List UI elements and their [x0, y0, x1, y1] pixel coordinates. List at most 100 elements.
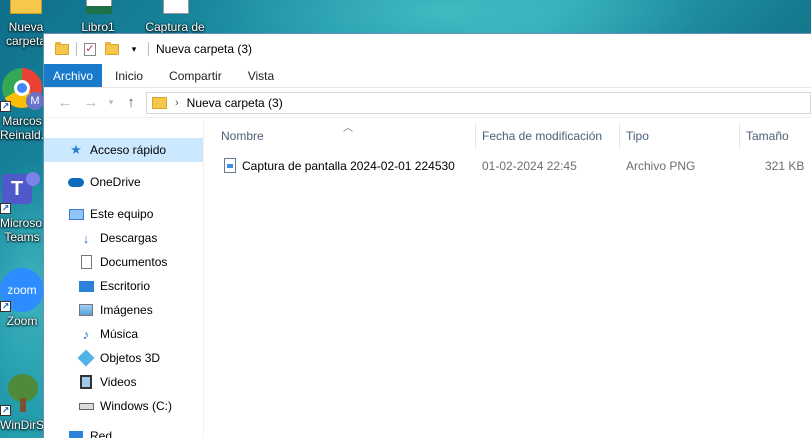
folder-icon — [152, 96, 167, 109]
nav-label: Escritorio — [100, 279, 151, 293]
computer-icon — [68, 206, 84, 222]
nav-label: Videos — [100, 375, 137, 389]
desktop-icon-label: Captura de — [145, 20, 205, 34]
forward-arrow-icon[interactable]: → — [78, 94, 104, 111]
desktop-icon-windirstat[interactable]: ↗ WinDirSt... — [0, 372, 58, 432]
shortcut-arrow-icon: ↗ — [0, 101, 11, 112]
nav-label: Documentos — [100, 255, 168, 269]
chevron-right-icon[interactable]: › — [175, 97, 179, 109]
nav-escritorio[interactable]: Escritorio — [44, 274, 203, 298]
download-icon: ↓ — [82, 230, 90, 246]
nav-imagenes[interactable]: Imágenes — [44, 298, 203, 322]
title-bar: ✓ ▾ Nueva carpeta (3) — [44, 34, 811, 64]
zoom-icon: zoom ↗ — [0, 268, 44, 312]
nav-label: Red — [90, 429, 113, 438]
tab-inicio[interactable]: Inicio — [102, 64, 156, 87]
tab-archivo[interactable]: Archivo — [44, 64, 103, 87]
column-header-type[interactable]: Tipo — [626, 129, 649, 143]
desktop-icon-chrome-profile[interactable]: M ↗ Marcos Reinald... — [0, 68, 51, 142]
sort-ascending-icon: ︿ — [343, 123, 353, 134]
desktop-icon-label: Libro1 — [81, 20, 115, 34]
excel-file-icon — [78, 0, 118, 18]
nav-documentos[interactable]: Documentos — [44, 250, 203, 274]
tab-compartir[interactable]: Compartir — [156, 64, 235, 87]
nav-windows-c[interactable]: Windows (C:) — [44, 394, 203, 418]
shortcut-arrow-icon: ↗ — [0, 203, 11, 214]
folder-icon — [6, 0, 46, 18]
desktop-icon-captura[interactable]: Captura de — [140, 0, 210, 34]
nav-videos[interactable]: Videos — [44, 370, 203, 394]
nav-label: Descargas — [100, 231, 158, 245]
music-icon: ♪ — [82, 326, 90, 342]
nav-label: Este equipo — [90, 207, 154, 221]
objects-3d-icon — [77, 349, 95, 367]
nav-onedrive[interactable]: OneDrive — [44, 170, 203, 194]
folder-icon — [54, 41, 70, 57]
drive-icon — [78, 398, 94, 414]
desktop-icon-libro1[interactable]: Libro1 — [72, 0, 124, 34]
video-icon — [78, 374, 94, 390]
navigation-pane: ★ Acceso rápido OneDrive Este equipo ↓ D… — [44, 119, 204, 438]
nav-this-pc[interactable]: Este equipo — [44, 202, 203, 226]
shortcut-arrow-icon: ↗ — [0, 405, 11, 416]
nav-label: Windows (C:) — [100, 399, 173, 413]
customize-quick-access-icon[interactable]: ▾ — [126, 41, 142, 57]
shortcut-arrow-icon: ↗ — [0, 301, 11, 312]
file-explorer-window: ✓ ▾ Nueva carpeta (3) Archivo Inicio Com… — [43, 33, 811, 438]
address-bar[interactable]: › Nueva carpeta (3) — [146, 91, 811, 114]
nav-label: OneDrive — [90, 175, 141, 189]
document-icon — [78, 254, 94, 270]
tab-vista[interactable]: Vista — [235, 64, 287, 87]
file-modified: 01-02-2024 22:45 — [482, 159, 577, 173]
divider — [148, 42, 149, 56]
recent-locations-icon[interactable]: ▾ — [104, 97, 118, 108]
file-name: Captura de pantalla 2024-02-01 224530 — [242, 159, 455, 173]
breadcrumb[interactable]: Nueva carpeta (3) — [187, 96, 283, 110]
ribbon-tabs: Archivo Inicio Compartir Vista — [44, 64, 811, 88]
nav-musica[interactable]: ♪ Música — [44, 322, 203, 346]
desktop-icon-label: Nueva — [8, 20, 44, 34]
window-title: Nueva carpeta (3) — [156, 42, 253, 56]
nav-quick-access[interactable]: ★ Acceso rápido — [44, 138, 203, 162]
nav-descargas[interactable]: ↓ Descargas — [44, 226, 203, 250]
nav-objetos-3d[interactable]: Objetos 3D — [44, 346, 203, 370]
column-divider[interactable] — [475, 124, 476, 148]
column-header-name[interactable]: Nombre — [221, 129, 264, 143]
column-divider[interactable] — [739, 124, 740, 148]
cloud-icon — [68, 174, 84, 190]
file-size: 321 KB — [765, 159, 805, 173]
new-folder-icon[interactable] — [104, 41, 120, 57]
chrome-icon: M ↗ — [0, 68, 44, 112]
nav-label: Objetos 3D — [100, 351, 161, 365]
desktop-icon-label: WinDirSt... — [0, 418, 58, 432]
address-row: ← → ▾ ↑ › Nueva carpeta (3) — [44, 88, 811, 118]
nav-label: Acceso rápido — [90, 143, 167, 157]
back-arrow-icon[interactable]: ← — [52, 94, 78, 111]
teams-icon: T ↗ — [0, 170, 44, 214]
nav-network[interactable]: Red — [44, 424, 203, 438]
file-list: ︿ Nombre Fecha de modificación Tipo Tama… — [204, 119, 811, 438]
desktop-icon-label: Zoom — [6, 314, 38, 328]
up-arrow-icon[interactable]: ↑ — [118, 94, 144, 111]
properties-icon[interactable]: ✓ — [82, 41, 98, 57]
file-row[interactable]: Captura de pantalla 2024-02-01 224530 01… — [216, 155, 811, 177]
windirstat-icon: ↗ — [0, 372, 44, 416]
nav-label: Imágenes — [100, 303, 153, 317]
pictures-icon — [78, 302, 94, 318]
column-divider[interactable] — [619, 124, 620, 148]
star-icon: ★ — [70, 142, 82, 157]
desktop-icon-teams[interactable]: T ↗ Microso... Teams — [0, 170, 53, 244]
image-file-icon — [155, 0, 195, 18]
desktop-icon-label: Microso... — [0, 216, 53, 230]
desktop-icon-zoom[interactable]: zoom ↗ Zoom — [0, 268, 44, 328]
file-type: Archivo PNG — [626, 159, 696, 173]
png-file-icon — [224, 158, 236, 173]
network-icon — [68, 428, 84, 438]
desktop-icon-label: Reinald... — [0, 128, 51, 142]
column-header-date[interactable]: Fecha de modificación — [482, 129, 602, 143]
nav-label: Música — [100, 327, 139, 341]
desktop-icon — [78, 278, 94, 294]
divider — [76, 42, 77, 56]
column-header-size[interactable]: Tamaño — [746, 129, 789, 143]
desktop-icon-label: Teams — [4, 230, 40, 244]
